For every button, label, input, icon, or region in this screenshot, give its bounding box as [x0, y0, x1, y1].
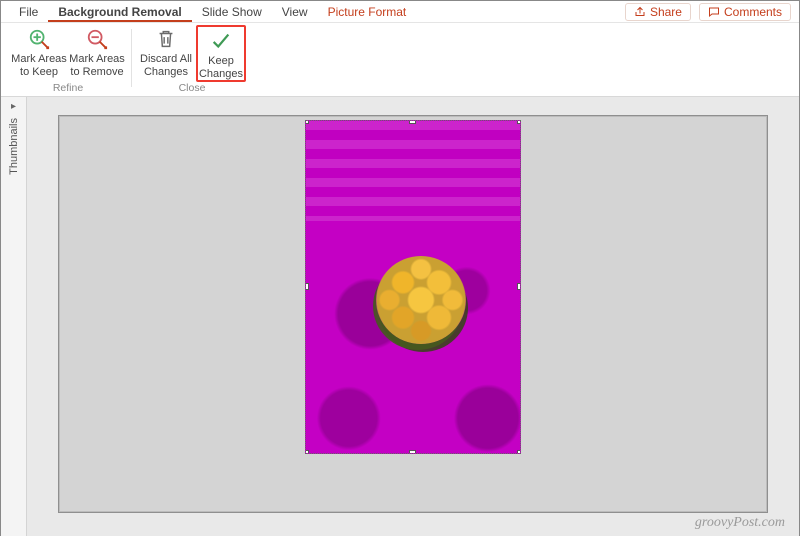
slide-area[interactable]	[27, 97, 799, 536]
thumbnails-expand-button[interactable]: ▸	[11, 101, 16, 112]
comments-button[interactable]: Comments	[699, 3, 791, 21]
picture-foreground-flower	[376, 256, 466, 344]
comment-icon	[708, 6, 720, 18]
keep-changes-button[interactable]: KeepChanges	[198, 27, 244, 80]
watermark: groovyPost.com	[695, 515, 785, 531]
keep-l1: Keep	[208, 55, 234, 67]
thumbnails-panel: ▸ Thumbnails	[1, 97, 27, 536]
resize-handle-bl[interactable]	[305, 450, 309, 454]
resize-handle-r[interactable]	[517, 283, 521, 290]
share-icon	[634, 6, 646, 18]
checkmark-icon	[210, 29, 232, 53]
mark-keep-icon	[27, 27, 51, 51]
ribbon-group-refine: Mark Areasto Keep Mark Areasto Remove Re…	[7, 25, 129, 96]
selected-picture[interactable]	[305, 120, 521, 454]
mark-remove-icon	[85, 27, 109, 51]
thumbnails-label: Thumbnails	[8, 118, 20, 175]
ribbon-group-close: Discard AllChanges KeepChanges Close	[134, 25, 250, 96]
tab-file[interactable]: File	[9, 2, 48, 22]
resize-handle-t[interactable]	[409, 120, 416, 124]
discard-all-changes-button[interactable]: Discard AllChanges	[138, 25, 194, 82]
resize-handle-tr[interactable]	[517, 120, 521, 124]
keep-changes-highlight: KeepChanges	[196, 25, 246, 82]
tab-slide-show[interactable]: Slide Show	[192, 2, 272, 22]
resize-handle-b[interactable]	[409, 450, 416, 454]
group-label-close: Close	[179, 82, 206, 96]
workspace: ▸ Thumbnails	[1, 97, 799, 536]
slide-canvas[interactable]	[58, 115, 768, 513]
discard-l1: Discard All	[140, 53, 192, 65]
mark-areas-to-keep-button[interactable]: Mark Areasto Keep	[11, 25, 67, 78]
share-label: Share	[650, 5, 682, 19]
tabs-left: File Background Removal Slide Show View …	[9, 2, 416, 22]
resize-handle-br[interactable]	[517, 450, 521, 454]
share-button[interactable]: Share	[625, 3, 691, 21]
mark-keep-l2: to Keep	[20, 66, 58, 78]
mark-remove-l2: to Remove	[70, 66, 123, 78]
resize-handle-l[interactable]	[305, 283, 309, 290]
mark-keep-l1: Mark Areas	[11, 53, 67, 65]
comments-label: Comments	[724, 5, 782, 19]
discard-l2: Changes	[144, 66, 188, 78]
tabs-right: Share Comments	[625, 3, 791, 21]
ribbon: Mark Areasto Keep Mark Areasto Remove Re…	[1, 23, 799, 97]
keep-l2: Changes	[199, 68, 243, 80]
resize-handle-tl[interactable]	[305, 120, 309, 124]
group-label-refine: Refine	[53, 82, 83, 96]
ribbon-divider	[131, 29, 132, 87]
tab-picture-format[interactable]: Picture Format	[318, 2, 417, 22]
tab-view[interactable]: View	[272, 2, 318, 22]
tab-background-removal[interactable]: Background Removal	[48, 2, 191, 22]
mark-areas-to-remove-button[interactable]: Mark Areasto Remove	[69, 25, 125, 78]
trash-icon	[155, 27, 177, 51]
mark-remove-l1: Mark Areas	[69, 53, 125, 65]
menu-tabs-row: File Background Removal Slide Show View …	[1, 1, 799, 23]
